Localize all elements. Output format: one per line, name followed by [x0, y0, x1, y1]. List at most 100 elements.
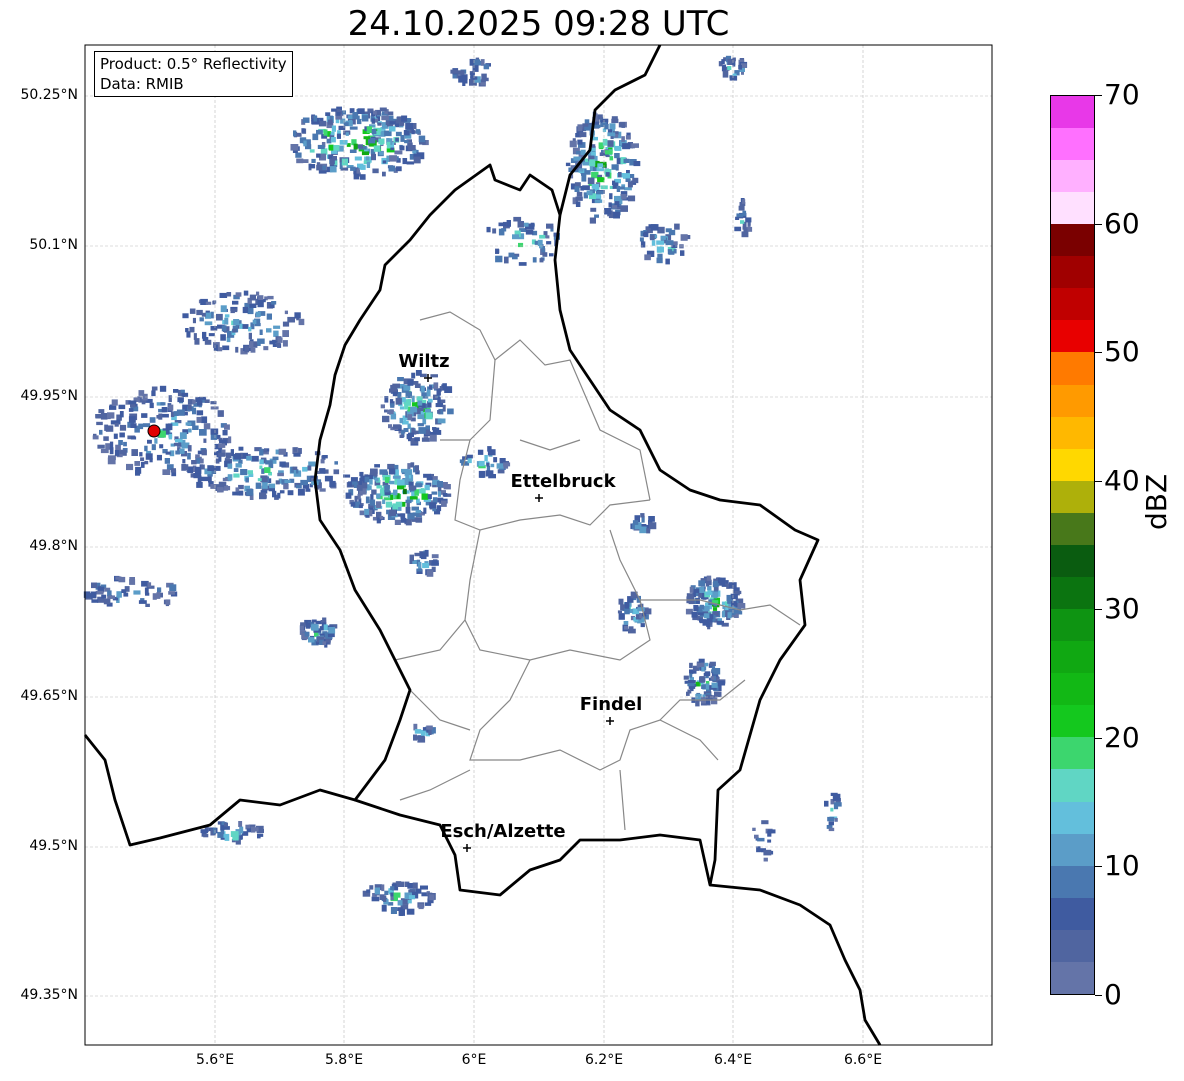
echo-cell [140, 457, 145, 462]
echo-cell [292, 466, 298, 470]
echo-cell [372, 110, 377, 115]
echo-cell [466, 454, 473, 459]
echo-cell [407, 463, 411, 470]
echo-cell [427, 494, 432, 499]
echo-cell [161, 407, 168, 413]
echo-cell [735, 590, 742, 595]
echo-cell [162, 469, 171, 475]
echo-cell [244, 345, 250, 353]
echo-cell [366, 161, 371, 168]
echo-cell [128, 416, 136, 423]
echo-cell [703, 613, 710, 619]
echo-cell [428, 729, 432, 735]
echo-cell [696, 662, 705, 668]
echo-cell [408, 485, 416, 491]
echo-cell [273, 330, 279, 337]
echo-cell [159, 385, 167, 392]
echo-cell [738, 205, 745, 211]
echo-cell [193, 333, 197, 340]
echo-cell [471, 76, 478, 80]
echo-cell [369, 499, 376, 506]
echo-cell [415, 509, 421, 514]
echo-cell [228, 436, 232, 444]
lon-tick: 6°E [461, 1052, 487, 1068]
echo-cell [704, 671, 711, 676]
legend-data-source: Data: RMIB [100, 75, 184, 93]
echo-cell [180, 389, 185, 394]
echo-cell [373, 145, 381, 152]
echo-cell [396, 166, 402, 172]
echo-cell [222, 345, 230, 351]
echo-cell [625, 135, 631, 140]
echo-cell [311, 624, 319, 631]
echo-cell [539, 234, 546, 239]
echo-cell [191, 460, 197, 465]
echo-cell [107, 590, 112, 597]
echo-cell [251, 455, 259, 462]
echo-cell [196, 481, 203, 488]
echo-cell [546, 241, 552, 245]
echo-cell [235, 292, 242, 297]
echo-cell [407, 414, 413, 421]
colorbar-segment [1051, 801, 1094, 834]
echo-cell [389, 155, 397, 162]
echo-cell [371, 153, 376, 161]
echo-cell [591, 184, 599, 189]
echo-cell [282, 321, 290, 327]
echo-cell [349, 119, 353, 126]
echo-cell [118, 440, 123, 446]
echo-cell [230, 308, 238, 313]
echo-cell [573, 156, 582, 161]
colorbar-segment [1051, 961, 1094, 994]
colorbar-segment [1051, 641, 1094, 674]
echo-cell [295, 152, 302, 158]
echo-cell [415, 129, 421, 134]
city-label-findel: Findel [579, 694, 643, 715]
echo-cell [363, 482, 368, 489]
echo-cell [379, 107, 387, 112]
echo-cell [401, 115, 408, 122]
echo-cell [689, 662, 693, 669]
echo-cell [255, 827, 259, 832]
echo-cell [731, 594, 738, 600]
echo-cell [495, 255, 503, 263]
echo-cell [356, 484, 363, 491]
echo-cell [665, 228, 672, 233]
echo-cell [168, 404, 174, 411]
echo-cell [330, 137, 336, 143]
echo-cell [486, 462, 490, 467]
echo-cell [745, 217, 752, 223]
echo-cell [277, 337, 283, 343]
echo-cell [219, 439, 227, 444]
echo-cell [182, 459, 186, 464]
echo-cell [582, 185, 590, 191]
echo-cell [144, 587, 149, 594]
echo-cell [390, 413, 397, 420]
echo-cell [596, 168, 604, 172]
echo-cell [624, 608, 630, 615]
echo-cell [399, 145, 405, 151]
echo-cell [410, 462, 415, 468]
echo-cell [259, 492, 267, 500]
echo-cell [618, 172, 622, 178]
echo-cell [545, 235, 550, 239]
echo-cell [309, 149, 315, 153]
echo-cell [248, 326, 252, 332]
echo-cell [382, 415, 390, 423]
echo-cell [727, 612, 732, 619]
city-marker [606, 717, 614, 725]
echo-cell [339, 140, 348, 145]
echo-cell [168, 591, 175, 595]
echo-cell [577, 139, 583, 145]
echo-cell [265, 460, 273, 465]
echo-cell [245, 477, 249, 483]
echo-cell [390, 494, 394, 500]
echo-cell [320, 459, 325, 464]
echo-cell [323, 624, 328, 631]
echo-cell [246, 828, 251, 833]
echo-cell [187, 445, 192, 452]
echo-cell [525, 229, 534, 235]
colorbar-segment [1051, 705, 1094, 738]
echo-cell [618, 613, 625, 620]
echo-cell [424, 902, 432, 906]
